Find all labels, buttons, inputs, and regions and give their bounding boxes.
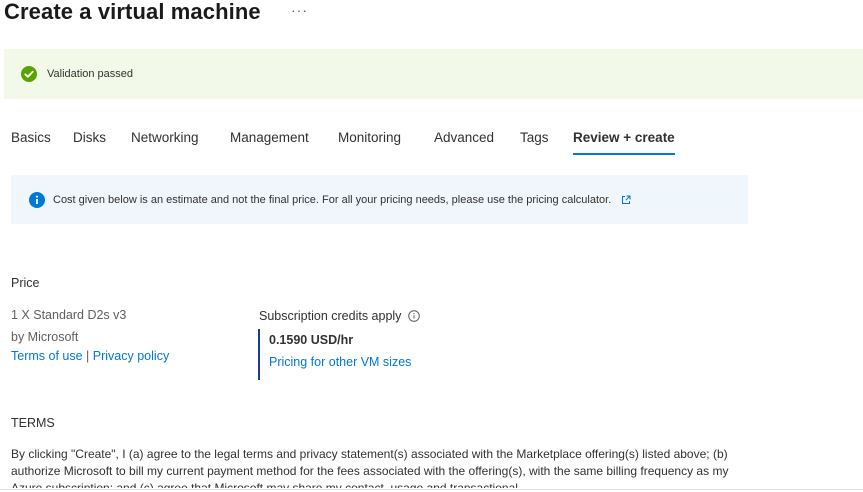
pricing-info-banner: Cost given below is an estimate and not …: [11, 175, 748, 224]
pricing-other-sizes-link[interactable]: Pricing for other VM sizes: [269, 355, 411, 369]
tab-tags[interactable]: Tags: [520, 129, 549, 147]
privacy-policy-link[interactable]: Privacy policy: [93, 349, 169, 363]
terms-of-use-link[interactable]: Terms of use: [11, 349, 83, 363]
tab-management[interactable]: Management: [230, 129, 309, 147]
divider: [0, 489, 863, 490]
price-heading: Price: [11, 276, 40, 290]
tab-review-create-label: Review + create: [573, 130, 675, 145]
check-circle-icon: [21, 66, 37, 82]
info-icon: [29, 191, 45, 208]
tab-basics[interactable]: Basics: [11, 129, 51, 147]
more-options-button[interactable]: ···: [291, 2, 308, 18]
rate-block: 0.1590 USD/hr Pricing for other VM sizes: [258, 329, 460, 380]
credits-label: Subscription credits apply: [259, 309, 402, 323]
validation-banner: Validation passed: [4, 49, 863, 99]
tab-review-create[interactable]: Review + create: [573, 129, 675, 155]
active-tab-indicator: [573, 153, 675, 155]
terms-body: By clicking "Create", I (a) agree to the…: [11, 447, 729, 488]
hourly-rate: 0.1590 USD/hr: [269, 333, 354, 347]
pricing-info-text: Cost given below is an estimate and not …: [53, 193, 612, 206]
tab-monitoring[interactable]: Monitoring: [338, 129, 401, 147]
tab-networking[interactable]: Networking: [131, 129, 199, 147]
page-header: Create a virtual machine: [4, 0, 261, 30]
page-title: Create a virtual machine: [4, 0, 261, 24]
subscription-credits: Subscription credits apply: [259, 309, 421, 323]
publisher-name: by Microsoft: [11, 330, 79, 344]
info-circle-icon[interactable]: [408, 310, 421, 322]
external-link-icon[interactable]: [621, 195, 631, 205]
validation-message: Validation passed: [47, 68, 134, 80]
legal-links: Terms of use | Privacy policy: [11, 349, 169, 363]
link-separator: |: [86, 349, 90, 363]
tab-disks[interactable]: Disks: [73, 129, 106, 147]
tab-advanced[interactable]: Advanced: [434, 129, 494, 147]
product-name: 1 X Standard D2s v3: [11, 308, 127, 322]
terms-heading: TERMS: [11, 416, 55, 430]
